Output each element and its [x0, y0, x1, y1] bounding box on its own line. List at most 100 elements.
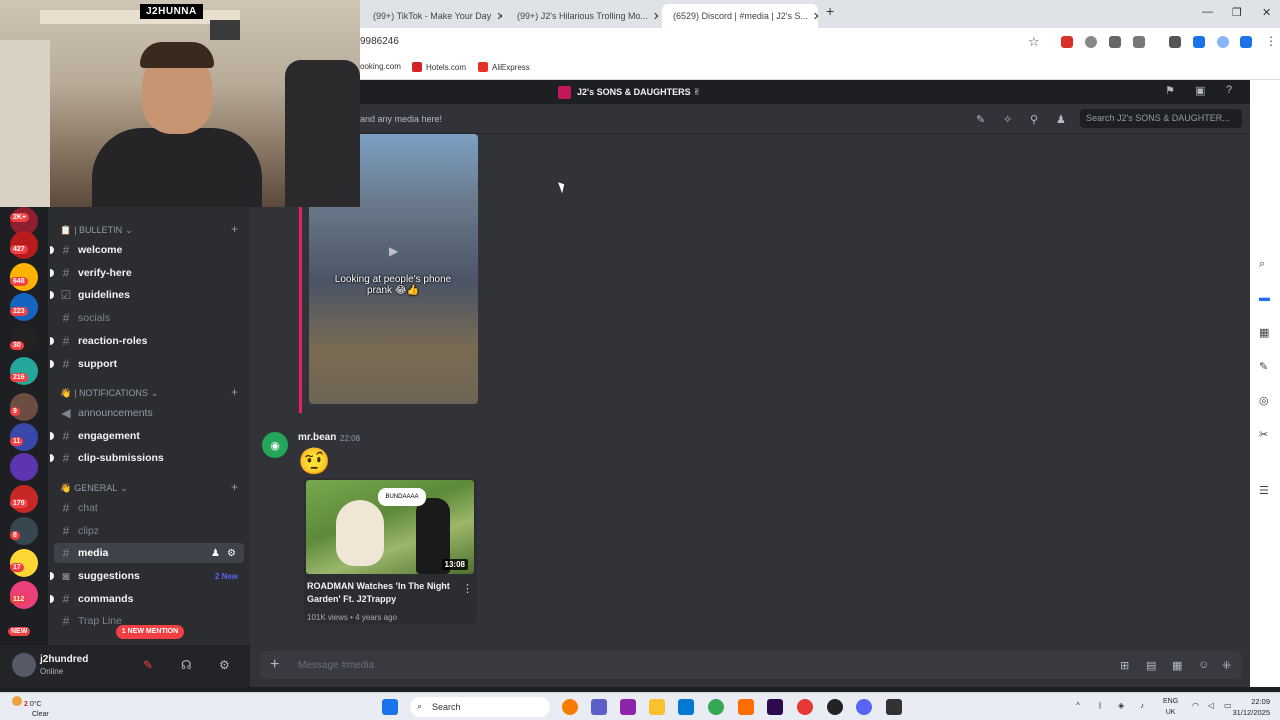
channel-support[interactable]: # support: [50, 354, 244, 374]
channel-reaction-roles[interactable]: # reaction-roles: [50, 331, 244, 351]
search-input[interactable]: Search J2's SONS & DAUGHTER...: [1080, 109, 1242, 128]
emoji-icon[interactable]: ☺: [1198, 659, 1209, 671]
store-icon[interactable]: [678, 699, 694, 715]
extension-shield-icon[interactable]: [1061, 36, 1073, 48]
close-window-icon[interactable]: ✕: [1262, 6, 1271, 19]
calculator-icon[interactable]: ▦: [1259, 326, 1269, 339]
discord-icon[interactable]: [856, 699, 872, 715]
browser-tab-youtube[interactable]: (99+) J2's Hilarious Trolling Mo... ✕: [506, 4, 658, 28]
games-icon[interactable]: ◎: [1259, 394, 1269, 407]
url-text[interactable]: 9986246: [360, 36, 399, 47]
chat-icon[interactable]: ▬: [1259, 292, 1270, 304]
new-mention-pill[interactable]: 1 NEW MENTION: [116, 625, 184, 639]
bluetooth-icon[interactable]: ᛒ: [1098, 701, 1103, 710]
message-author[interactable]: mr.bean: [298, 432, 336, 443]
volume-icon[interactable]: ◁: [1208, 701, 1214, 710]
bookmark-star-icon[interactable]: ☆: [1028, 34, 1040, 50]
bookmark-aliexpress[interactable]: AliExpress: [478, 62, 530, 72]
inbox-flag-icon[interactable]: ⚑: [1165, 84, 1175, 97]
channel-guidelines[interactable]: ☑ guidelines: [50, 285, 244, 305]
channel-engagement[interactable]: # engagement: [50, 426, 244, 446]
channel-commands[interactable]: # commands: [50, 589, 244, 609]
sidebar-toggle-icon[interactable]: [1193, 36, 1205, 48]
search-icon[interactable]: ⌕: [1259, 258, 1265, 271]
new-tab-button[interactable]: +: [826, 3, 834, 19]
tray-app-icon[interactable]: ◈: [1118, 701, 1124, 710]
gear-icon[interactable]: ⚙: [219, 658, 230, 672]
extension-gear-icon[interactable]: [1085, 36, 1097, 48]
system-clock[interactable]: 22:09 31/12/2025: [1232, 696, 1270, 718]
sticker-icon[interactable]: ▦: [1172, 659, 1182, 672]
tools-icon[interactable]: ✂: [1259, 428, 1268, 441]
add-channel-icon[interactable]: +: [231, 222, 238, 236]
premiere-icon[interactable]: [767, 699, 783, 715]
headphones-icon[interactable]: ☊: [181, 658, 192, 672]
browser-tab-tiktok[interactable]: (99+) TikTok - Make Your Day ✕: [362, 4, 502, 28]
channel-verify-here[interactable]: # verify-here: [50, 263, 244, 283]
mic-icon[interactable]: ♪: [1140, 701, 1144, 710]
wifi-icon[interactable]: ◠: [1192, 701, 1199, 710]
bookmark-hotels[interactable]: Hotels.com: [412, 62, 466, 72]
weather-widget[interactable]: 2 0°C Clear: [12, 696, 49, 720]
monitor-icon[interactable]: ▣: [1195, 84, 1205, 97]
channel-announcements[interactable]: ◀ announcements: [54, 403, 244, 423]
pin-icon[interactable]: ⚲: [1030, 113, 1038, 126]
server-avatar[interactable]: [10, 453, 38, 481]
avatar[interactable]: ◉: [262, 432, 288, 458]
gear-icon[interactable]: ⚙: [227, 548, 236, 559]
opera-gx-icon[interactable]: [562, 699, 578, 715]
category-general[interactable]: 👋 GENERAL ⌄: [60, 483, 128, 494]
language-indicator[interactable]: ENG UK: [1163, 696, 1178, 718]
gif-icon[interactable]: ▤: [1146, 659, 1156, 672]
obs-icon[interactable]: [827, 699, 843, 715]
close-tab-icon[interactable]: ✕: [496, 10, 502, 23]
help-icon[interactable]: ?: [1226, 84, 1232, 96]
vlc-icon[interactable]: [738, 699, 754, 715]
extensions-puzzle-icon[interactable]: [1133, 36, 1145, 48]
message-input[interactable]: + Message #media ⊞ ▤ ▦ ☺ ⁜: [260, 651, 1242, 679]
play-icon[interactable]: ▶: [389, 244, 398, 258]
minimize-icon[interactable]: —: [1202, 6, 1213, 18]
youtube-title[interactable]: ROADMAN Watches 'In The Night Garden' Ft…: [307, 580, 457, 606]
invite-icon[interactable]: ♟: [211, 548, 220, 559]
battery-icon[interactable]: ▭: [1224, 701, 1232, 710]
taskbar-search[interactable]: ⌕ Search: [410, 697, 550, 717]
extension-video-icon[interactable]: [1109, 36, 1121, 48]
new-servers-badge[interactable]: NEW: [8, 627, 31, 636]
youtube-thumbnail[interactable]: BUNDAAAA 13:08: [306, 480, 474, 574]
add-channel-icon[interactable]: +: [231, 480, 238, 494]
close-tab-icon[interactable]: ✕: [813, 10, 818, 23]
channel-clipz[interactable]: # clipz: [54, 521, 244, 541]
avatar[interactable]: [12, 653, 36, 677]
notes-icon[interactable]: ✎: [1259, 360, 1268, 373]
windows-start-icon[interactable]: [382, 699, 398, 715]
browser-menu-icon[interactable]: ⋮: [1265, 34, 1277, 48]
teams-icon[interactable]: [591, 699, 607, 715]
channel-suggestions[interactable]: ◙ suggestions 2 New: [50, 566, 244, 586]
security-shield-icon[interactable]: [1240, 36, 1252, 48]
channel-socials[interactable]: # socials: [54, 308, 244, 328]
apps-icon[interactable]: ⁜: [1222, 659, 1231, 672]
opera-icon[interactable]: [797, 699, 813, 715]
bookmark-booking[interactable]: ooking.com: [360, 62, 401, 71]
gift-icon[interactable]: ⊞: [1120, 659, 1129, 672]
channel-media[interactable]: # media ♟ ⚙: [54, 543, 244, 563]
file-explorer-icon[interactable]: [649, 699, 665, 715]
add-channel-icon[interactable]: +: [231, 385, 238, 399]
browser-tab-discord[interactable]: (6529) Discord | #media | J2's S... ✕: [662, 4, 818, 28]
more-options-icon[interactable]: ⋮: [462, 582, 473, 595]
category-bulletin[interactable]: 📋 | BULLETIN ⌄: [60, 225, 133, 236]
username[interactable]: j2hundred: [40, 654, 88, 665]
youtube-embed[interactable]: BUNDAAAA 13:08 ROADMAN Watches 'In The N…: [304, 478, 477, 624]
category-notifications[interactable]: 👋 | NOTIFICATIONS ⌄: [60, 388, 158, 399]
restore-icon[interactable]: ❐: [1232, 6, 1242, 19]
chrome-icon[interactable]: [708, 699, 724, 715]
channel-welcome[interactable]: # welcome: [50, 240, 244, 260]
reading-list-icon[interactable]: [1169, 36, 1181, 48]
customize-icon[interactable]: ☰: [1259, 484, 1269, 497]
tray-chevron-icon[interactable]: ^: [1076, 701, 1080, 710]
notification-mute-icon[interactable]: ✧: [1003, 113, 1012, 126]
channel-chat[interactable]: # chat: [54, 498, 244, 518]
close-tab-icon[interactable]: ✕: [653, 10, 658, 23]
app-icon[interactable]: [886, 699, 902, 715]
